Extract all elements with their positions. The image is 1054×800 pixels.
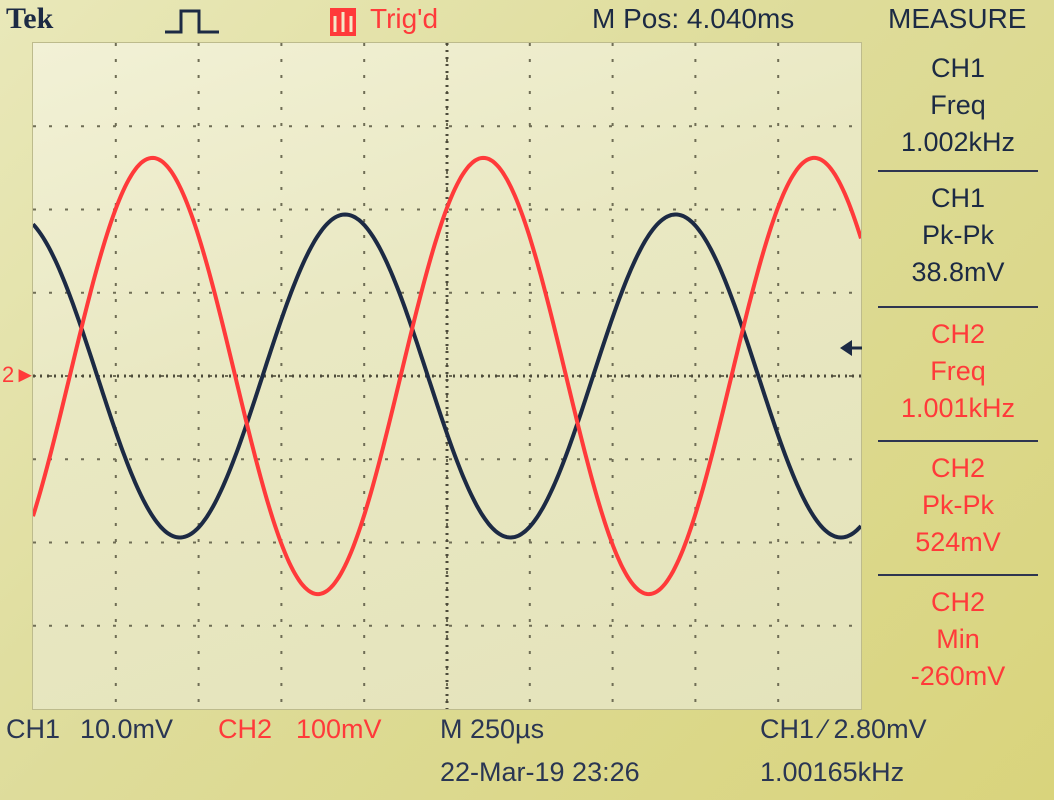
measure-panel: CH1 Freq 1.002kHz CH1 Pk-Pk 38.8mV CH2 Freq 1.… (878, 42, 1038, 708)
trigger-frequency: 1.00165kHz (760, 757, 905, 787)
trigger-status: Trig'd (370, 3, 439, 34)
measurement-ch1-pkpk[interactable]: CH1 Pk-Pk 38.8mV (878, 180, 1038, 291)
measurement-ch2-pkpk[interactable]: CH2 Pk-Pk 524mV (878, 450, 1038, 561)
separator (878, 306, 1038, 308)
menu-title[interactable]: MEASURE (888, 3, 1026, 35)
separator (878, 170, 1038, 172)
measurement-ch2-min[interactable]: CH2 Min -260mV (878, 584, 1038, 695)
separator (878, 574, 1038, 576)
ch1-scale: 10.0mV (80, 714, 174, 744)
timebase: M 250µs (440, 714, 545, 744)
ch2-scale: 100mV (296, 714, 382, 744)
status-header: Tek Trig'd M Pos: 4.040ms MEASURE (0, 0, 1054, 42)
ch1-label: CH1 (6, 714, 61, 744)
ch2-ground-marker: 2► (2, 362, 37, 387)
single-pulse-icon (165, 9, 219, 34)
ch2-label: CH2 (218, 714, 273, 744)
date-time: 22-Mar-19 23:26 (440, 757, 640, 787)
waveform-display (32, 42, 862, 710)
separator (878, 440, 1038, 442)
trigger-state-icon (330, 8, 356, 36)
measurement-ch1-freq[interactable]: CH1 Freq 1.002kHz (878, 50, 1038, 161)
horizontal-position: M Pos: 4.040ms (592, 3, 795, 34)
trigger-level-icon (840, 340, 862, 356)
waveform-plot (33, 43, 861, 709)
measurement-ch2-freq[interactable]: CH2 Freq 1.001kHz (878, 316, 1038, 427)
brand-logo: Tek (6, 2, 54, 35)
trigger-setting: CH1 ∕ 2.80mV (760, 714, 927, 744)
